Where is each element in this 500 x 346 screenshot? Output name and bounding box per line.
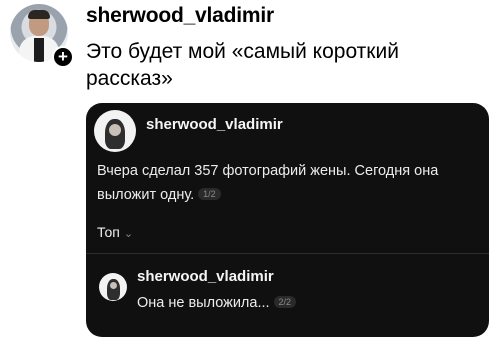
quoted-post-body: Вчера сделал 357 фотографий жены. Сегодн… bbox=[97, 163, 439, 203]
reply-text: Она не выложила... 2/2 bbox=[137, 295, 297, 311]
post-text: Это будет мой «самый короткий рассказ» bbox=[86, 40, 399, 90]
sort-dropdown[interactable]: Топ ⌄ bbox=[97, 224, 133, 240]
quoted-author-avatar[interactable] bbox=[94, 110, 136, 152]
avatar-vest-shape bbox=[34, 38, 44, 62]
reply-author-username[interactable]: sherwood_vladimir bbox=[137, 268, 274, 285]
post-author-username[interactable]: sherwood_vladimir bbox=[86, 4, 274, 28]
divider bbox=[86, 253, 489, 254]
avatar-hair-shape bbox=[28, 10, 50, 19]
reply-body: Она не выложила... bbox=[137, 295, 270, 311]
chevron-down-icon: ⌄ bbox=[123, 228, 134, 240]
quoted-post-card[interactable]: sherwood_vladimir Вчера сделал 357 фотог… bbox=[86, 103, 489, 337]
quoted-post-text: Вчера сделал 357 фотографий жены. Сегодн… bbox=[97, 160, 477, 207]
sort-label: Топ bbox=[97, 224, 120, 240]
follow-plus-icon[interactable]: + bbox=[52, 46, 74, 68]
reply-author-avatar[interactable] bbox=[99, 273, 127, 301]
thread-counter-badge: 1/2 bbox=[198, 188, 221, 200]
reply-counter-badge: 2/2 bbox=[273, 296, 297, 308]
quoted-author-username[interactable]: sherwood_vladimir bbox=[146, 116, 283, 133]
avatar-face-shape bbox=[109, 124, 121, 136]
avatar-face-shape bbox=[110, 282, 117, 289]
